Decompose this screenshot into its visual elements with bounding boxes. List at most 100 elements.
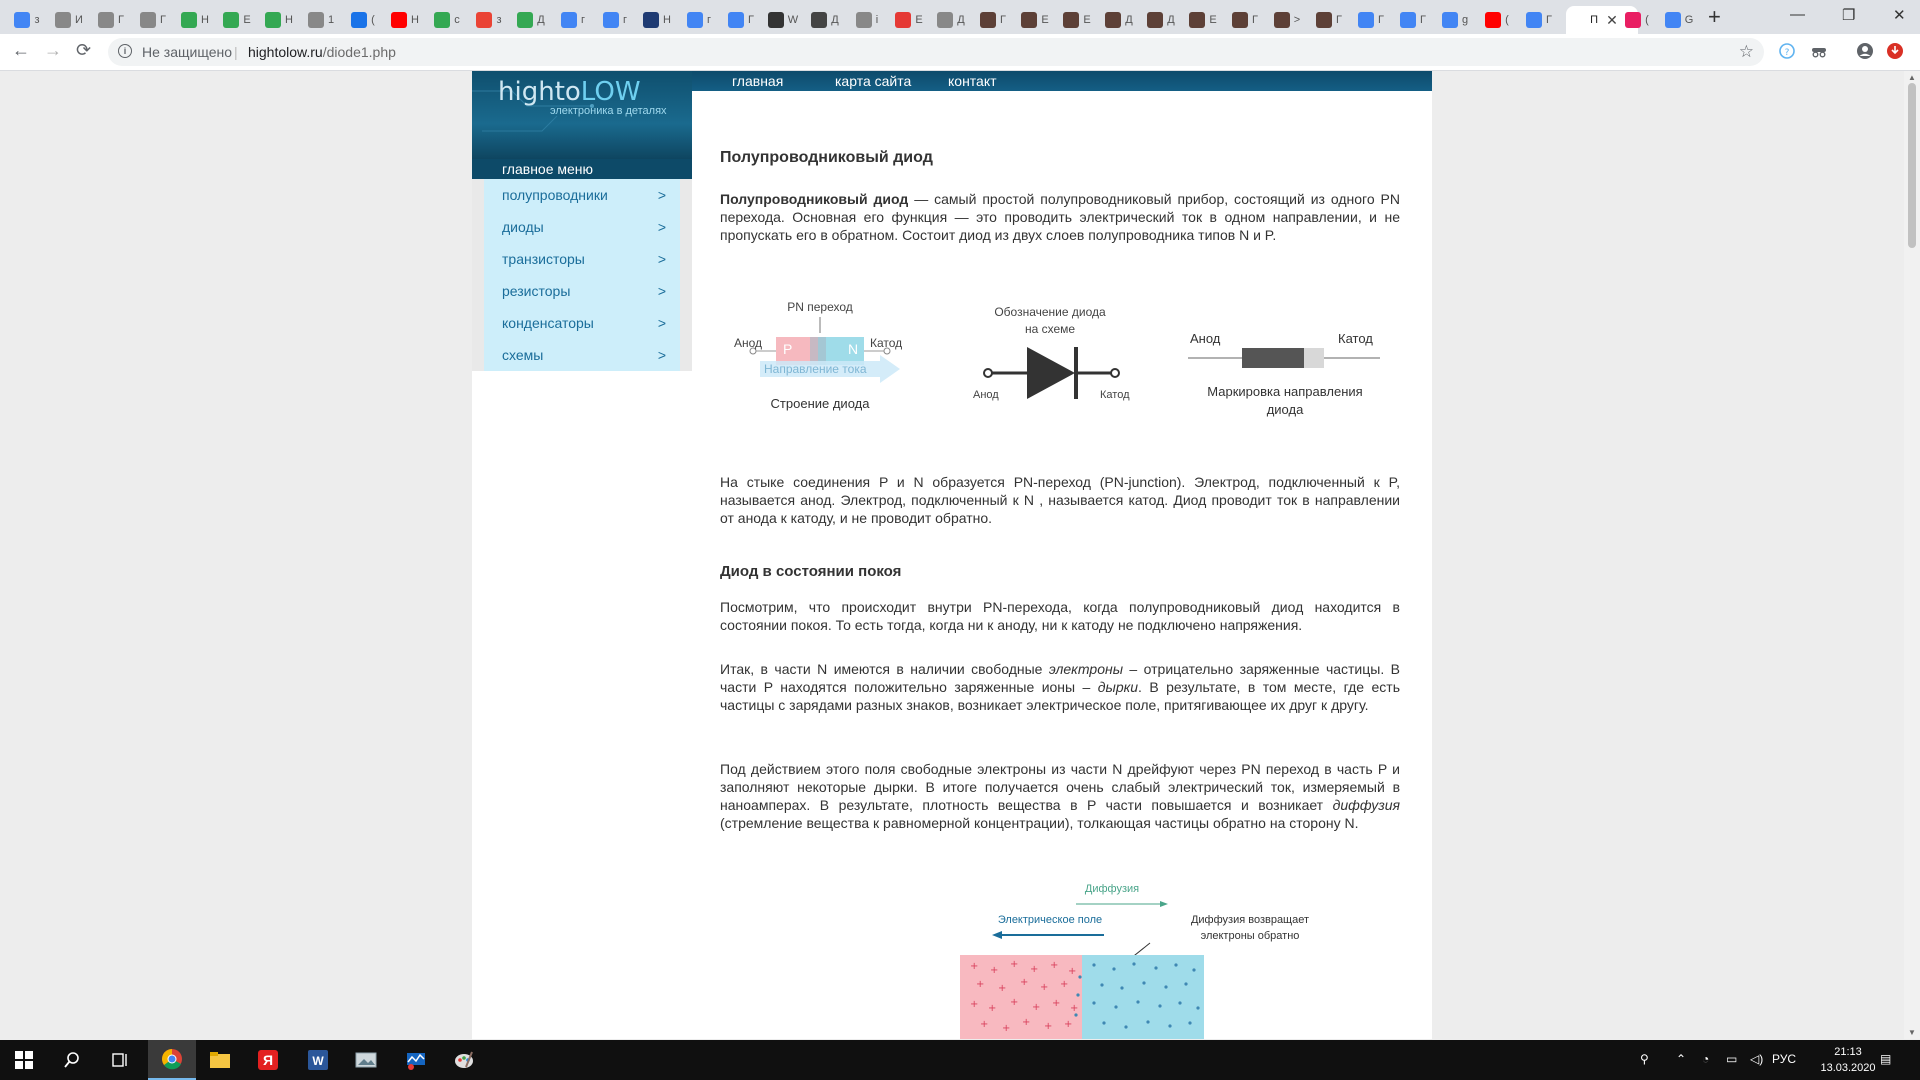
site-logo[interactable]: hightoLOW электроника в деталях — [472, 71, 692, 159]
language-indicator[interactable]: РУС — [1772, 1052, 1796, 1066]
volume-icon[interactable]: ◁) — [1750, 1052, 1763, 1066]
scroll-down-icon[interactable]: ▼ — [1908, 1028, 1916, 1037]
browser-tab[interactable]: Д — [932, 6, 970, 34]
browser-tab[interactable]: Д — [512, 6, 550, 34]
browser-tab[interactable]: Д — [1100, 6, 1138, 34]
nav-home-link[interactable]: главная — [732, 73, 783, 89]
site-container: hightoLOW электроника в деталях главное … — [472, 71, 1432, 1039]
browser-tab[interactable]: ( — [1478, 6, 1516, 34]
browser-tab[interactable]: g — [1436, 6, 1474, 34]
browser-tab[interactable]: > — [1268, 6, 1306, 34]
taskbar-word[interactable]: W — [294, 1040, 342, 1080]
vertical-scrollbar[interactable]: ▲ ▼ — [1904, 71, 1920, 1039]
network-icon[interactable]: ◔ — [1702, 1052, 1709, 1066]
browser-tab[interactable]: Г — [974, 6, 1012, 34]
new-tab-button[interactable]: + — [1708, 6, 1721, 28]
taskbar-app-6[interactable] — [392, 1040, 440, 1080]
browser-tab[interactable]: Г — [1394, 6, 1432, 34]
people-icon[interactable]: ⚲ — [1640, 1052, 1649, 1066]
battery-icon[interactable]: ▭ — [1726, 1052, 1737, 1066]
extension-icon[interactable]: ? — [1778, 42, 1796, 60]
browser-tab[interactable]: Г — [134, 6, 172, 34]
browser-tab[interactable]: Г — [1520, 6, 1558, 34]
browser-tab[interactable]: G — [1660, 6, 1698, 34]
browser-tab[interactable]: Д — [1142, 6, 1180, 34]
clock[interactable]: 21:13 13.03.2020 — [1808, 1044, 1888, 1076]
browser-tab[interactable]: И — [50, 6, 88, 34]
tab-title: Д — [957, 14, 965, 26]
rest-state-paragraph: Посмотрим, что происходит внутри PN-пере… — [720, 599, 1400, 633]
close-tab-icon[interactable]: ✕ — [1606, 12, 1618, 29]
photos-icon — [355, 1052, 377, 1068]
address-bar[interactable]: i Не защищено | hightolow.ru/diode1.php … — [108, 38, 1764, 66]
close-window-button[interactable]: ✕ — [1893, 6, 1906, 24]
scrollbar-thumb[interactable] — [1908, 83, 1916, 248]
incognito-icon[interactable] — [1810, 42, 1828, 60]
browser-tab[interactable]: Н — [176, 6, 214, 34]
menu-item[interactable]: конденсаторы > — [484, 307, 680, 339]
start-button[interactable] — [0, 1040, 48, 1080]
taskbar-explorer[interactable] — [196, 1040, 244, 1080]
browser-tab[interactable]: г — [680, 6, 718, 34]
info-icon[interactable]: i — [118, 44, 132, 58]
menu-item[interactable]: диоды > — [484, 211, 680, 243]
nav-sitemap-link[interactable]: карта сайта — [835, 73, 911, 89]
browser-tab[interactable]: Г — [92, 6, 130, 34]
browser-tab[interactable]: Е — [1058, 6, 1096, 34]
task-view-button[interactable] — [96, 1040, 144, 1080]
browser-tab[interactable]: Е — [218, 6, 256, 34]
scroll-up-icon[interactable]: ▲ — [1908, 73, 1916, 82]
symbol-anode-label: Анод — [973, 389, 999, 401]
nav-contact-link[interactable]: контакт — [948, 73, 997, 89]
browser-tab[interactable]: Г — [722, 6, 760, 34]
browser-tab[interactable]: Н — [638, 6, 676, 34]
browser-tab[interactable]: ( — [1618, 6, 1656, 34]
tab-favicon-icon — [1358, 12, 1375, 28]
logo-high: high — [498, 77, 555, 107]
browser-tab[interactable]: г — [554, 6, 592, 34]
browser-tab[interactable]: ( — [344, 6, 382, 34]
search-button[interactable] — [48, 1040, 96, 1080]
browser-tab[interactable]: 1 — [302, 6, 340, 34]
show-hidden-icons[interactable]: ⌃ — [1676, 1052, 1686, 1066]
svg-text:+: + — [1010, 997, 1018, 1008]
back-button[interactable]: ← — [12, 40, 30, 61]
browser-tab[interactable]: W — [764, 6, 802, 34]
tab-favicon-icon — [602, 12, 619, 28]
browser-tab[interactable]: Н — [260, 6, 298, 34]
taskbar-chrome[interactable] — [148, 1040, 196, 1080]
menu-item[interactable]: резисторы > — [484, 275, 680, 307]
menu-item[interactable]: схемы > — [484, 339, 680, 371]
menu-item[interactable]: полупроводники > — [484, 179, 680, 211]
security-label[interactable]: Не защищено — [142, 44, 232, 60]
browser-tab[interactable]: Е — [1184, 6, 1222, 34]
browser-tab[interactable]: г — [596, 6, 634, 34]
url-text[interactable]: hightolow.ru/diode1.php — [248, 44, 396, 60]
minimize-button[interactable]: — — [1790, 6, 1805, 23]
browser-tab[interactable]: с — [428, 6, 466, 34]
forward-button[interactable]: → — [44, 40, 62, 61]
browser-tab[interactable]: Г — [1310, 6, 1348, 34]
menu-item[interactable]: транзисторы > — [484, 243, 680, 275]
maximize-button[interactable]: ❐ — [1842, 6, 1855, 24]
profile-icon[interactable] — [1856, 42, 1874, 60]
browser-tab[interactable]: Г — [1352, 6, 1390, 34]
update-icon[interactable] — [1886, 42, 1904, 60]
browser-tab[interactable]: i — [848, 6, 886, 34]
reload-button[interactable]: ⟳ — [76, 40, 91, 61]
browser-tab[interactable]: з — [8, 6, 46, 34]
notifications-icon[interactable]: ▤ — [1880, 1052, 1891, 1066]
tab-favicon-icon — [55, 12, 72, 28]
taskbar-app-7[interactable] — [440, 1040, 488, 1080]
browser-tab[interactable]: Г — [1226, 6, 1264, 34]
browser-tab[interactable]: Е — [890, 6, 928, 34]
bookmark-star-icon[interactable]: ☆ — [1739, 42, 1754, 62]
browser-tab[interactable]: Н — [386, 6, 424, 34]
taskbar-yandex[interactable]: Я — [244, 1040, 292, 1080]
logo-low: LOW — [580, 77, 641, 107]
browser-tab[interactable]: з — [470, 6, 508, 34]
browser-tab[interactable]: Е — [1016, 6, 1054, 34]
browser-tab[interactable]: Д — [806, 6, 844, 34]
taskbar-app-5[interactable] — [342, 1040, 390, 1080]
svg-text:+: + — [1032, 1002, 1040, 1013]
